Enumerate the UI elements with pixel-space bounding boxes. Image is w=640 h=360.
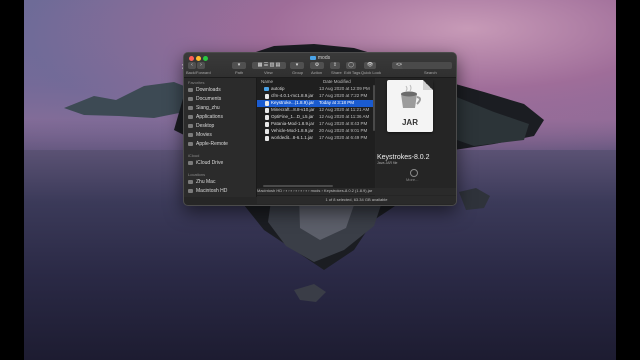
search-input[interactable]	[402, 62, 452, 69]
back-forward-label: Back/Forward	[186, 70, 211, 75]
horizontal-scrollbar[interactable]	[263, 185, 333, 187]
folder-icon	[264, 87, 269, 91]
path-folder[interactable]: mods	[311, 188, 321, 193]
movies-icon	[188, 132, 193, 137]
list-item[interactable]: cfm-4.0.1-mc1.8.9.jar 17 Aug 2020 at 7:2…	[257, 93, 375, 100]
action-label: Action	[311, 70, 323, 75]
locations-header: Locations	[188, 172, 206, 177]
computer-icon	[188, 179, 193, 184]
quick-look-label: Quick Look	[361, 70, 382, 75]
jar-file-icon	[265, 136, 269, 141]
sidebar-item-macintosh-hd[interactable]: Macintosh HD	[188, 188, 254, 195]
sidebar-item-applications[interactable]: Applications	[188, 114, 254, 121]
more-icon[interactable]	[410, 169, 418, 177]
edit-tags-label: Edit Tags	[344, 70, 361, 75]
share-button[interactable]: ⇪	[330, 62, 340, 69]
jar-file-icon	[265, 101, 269, 106]
folder-icon	[188, 141, 193, 146]
jar-file-icon	[265, 94, 269, 99]
finder-toolbar: mods ‹ › Back/Forward ▾ Path ▦ ☰ ▥ ▤ Vie…	[184, 53, 456, 78]
status-bar: 1 of 8 selected, 63.34 GB available	[257, 196, 456, 204]
list-item[interactable]: OptiFine_1...D_L5.jar 12 Aug 2020 at 11:…	[257, 114, 375, 121]
icloud-header: iCloud	[188, 153, 200, 158]
preview-title: Keystrokes-8.0.2	[377, 154, 430, 161]
view-switcher[interactable]: ▦ ☰ ▥ ▤	[252, 62, 286, 69]
list-item[interactable]: autotip 13 Aug 2020 at 12:09 PM	[257, 86, 375, 93]
jar-file-icon	[265, 115, 269, 120]
sidebar-item-movies[interactable]: Movies	[188, 132, 254, 139]
more-button[interactable]: More...	[406, 177, 418, 182]
favorites-header: Favorites	[188, 80, 205, 85]
edit-tags-button[interactable]: ◯	[346, 62, 356, 69]
cloud-icon	[188, 160, 193, 165]
home-icon	[188, 105, 193, 110]
downloads-icon	[188, 87, 193, 92]
action-gear-button[interactable]: ⚙	[310, 62, 324, 69]
path-root[interactable]: Macintosh HD	[257, 188, 282, 193]
view-label: View	[264, 70, 273, 75]
window-title: mods	[184, 55, 456, 61]
file-list: Name Date Modified autotip 13 Aug 2020 a…	[257, 78, 375, 197]
documents-icon	[188, 96, 193, 101]
quick-look-button[interactable]: 👁	[364, 62, 376, 69]
path-label: Path	[235, 70, 244, 75]
sidebar-item-icloud-drive[interactable]: iCloud Drive	[188, 160, 254, 167]
preview-subtitle: Java JAR file	[377, 161, 398, 165]
list-item-selected[interactable]: Keystroke...(1.8.9).jar Today at 3:18 PM	[257, 100, 375, 107]
sidebar-item-desktop[interactable]: Desktop	[188, 123, 254, 130]
back-button[interactable]: ‹	[188, 62, 196, 69]
share-label: Share	[331, 70, 342, 75]
search-label: Search	[424, 70, 437, 75]
jar-document-icon: JAR	[387, 80, 433, 132]
list-item[interactable]: worldedit...8-6.1.1.jar 17 Aug 2020 at 6…	[257, 135, 375, 142]
sidebar-item-downloads[interactable]: Downloads	[188, 87, 254, 94]
jar-file-icon	[265, 108, 269, 113]
video-frame: ➤ mods ‹ › Back/Forward ▾ Path ▦ ☰ ▥ ▤ V…	[0, 0, 640, 360]
sidebar-item-apple-remote[interactable]: Apple-Remote	[188, 141, 254, 148]
sidebar-item-zhu-mac[interactable]: Zhu Mac	[188, 179, 254, 186]
group-button[interactable]: ▾	[290, 62, 304, 69]
path-file[interactable]: Keystrokes-8.0.2 (1.8.9).jar	[324, 188, 372, 193]
path-bar: Macintosh HD › ▪ › ▪ › ▪ › ▪ › ▪ › mods …	[257, 188, 456, 195]
forward-button[interactable]: ›	[197, 62, 205, 69]
folder-icon	[309, 55, 316, 60]
list-item[interactable]: Minecraft...8.8-v10.jar 12 Aug 2020 at 1…	[257, 107, 375, 114]
sidebar-item-home[interactable]: Siang_zhu	[188, 105, 254, 112]
path-separator-icon: › ▪ › ▪ › ▪ › ▪ › ▪ ›	[283, 188, 311, 193]
coffee-cup-icon	[401, 84, 421, 108]
vertical-scrollbar[interactable]	[373, 85, 375, 131]
disk-icon	[188, 188, 193, 193]
jar-label: JAR	[401, 118, 418, 127]
finder-window: mods ‹ › Back/Forward ▾ Path ▦ ☰ ▥ ▤ Vie…	[183, 52, 457, 206]
applications-icon	[188, 114, 193, 119]
name-column-header[interactable]: Name	[261, 79, 273, 85]
path-button[interactable]: ▾	[232, 62, 246, 69]
date-modified-column-header[interactable]: Date Modified	[323, 79, 351, 85]
list-item[interactable]: Patania-Mod-1.8.9.jar 17 Aug 2020 at 8:4…	[257, 121, 375, 128]
jar-file-icon	[265, 122, 269, 127]
list-item[interactable]: Vehicle-Mod-1.8.9.jar 20 Aug 2020 at 9:0…	[257, 128, 375, 135]
sidebar: Favorites Downloads Documents Siang_zhu …	[184, 78, 257, 197]
group-label: Group	[292, 70, 304, 75]
sidebar-item-documents[interactable]: Documents	[188, 96, 254, 103]
desktop-icon	[188, 123, 193, 128]
jar-file-icon	[265, 129, 269, 134]
